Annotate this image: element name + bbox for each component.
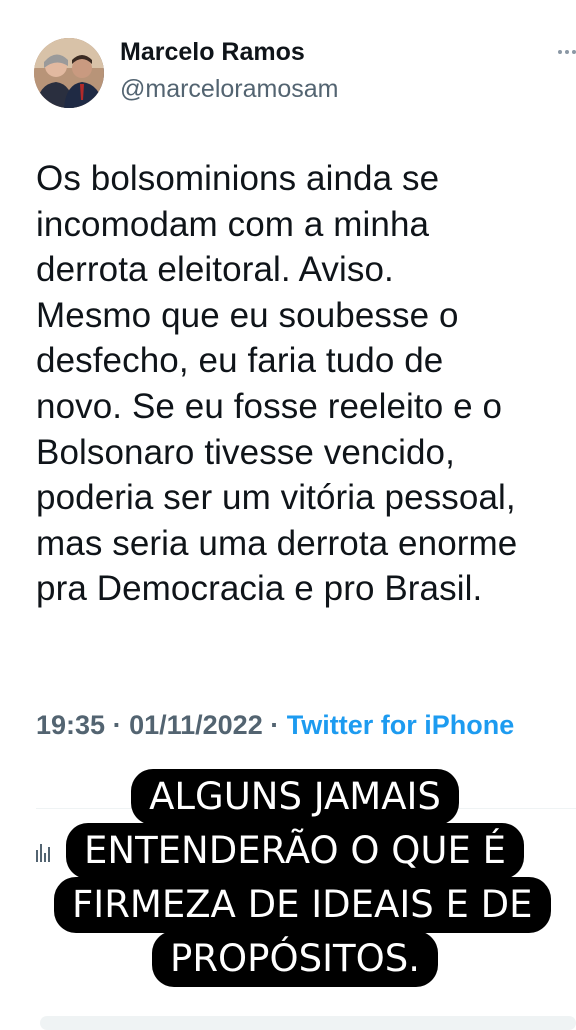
avatar-photo	[34, 38, 104, 108]
story-caption-overlay: ALGUNS JAMAIS ENTENDERÃO O QUE É FIRMEZA…	[54, 769, 551, 987]
tweet-text: Os bolsominions ainda se incomodam com a…	[36, 159, 518, 609]
display-name[interactable]: Marcelo Ramos	[120, 38, 305, 67]
user-handle[interactable]: @marceloramosam	[120, 75, 338, 104]
caption-line: PROPÓSITOS.	[152, 931, 438, 987]
meta-separator: ·	[262, 710, 287, 740]
reply-bar[interactable]	[40, 1016, 576, 1030]
tweet-time[interactable]: 19:35	[36, 710, 105, 740]
tweet-source-link[interactable]: Twitter for iPhone	[287, 710, 515, 740]
caption-line: ENTENDERÃO O QUE É	[66, 823, 524, 879]
meta-separator: ·	[105, 710, 130, 740]
avatar[interactable]	[34, 38, 104, 108]
caption-line: FIRMEZA DE IDEAIS E DE	[54, 877, 551, 933]
tweet-date[interactable]: 01/11/2022	[129, 710, 263, 740]
caption-line: ALGUNS JAMAIS	[131, 769, 459, 825]
more-icon[interactable]	[556, 40, 576, 64]
tweet-metadata: 19:35 · 01/11/2022 · Twitter for iPhone	[36, 705, 576, 745]
analytics-icon[interactable]	[36, 842, 50, 862]
